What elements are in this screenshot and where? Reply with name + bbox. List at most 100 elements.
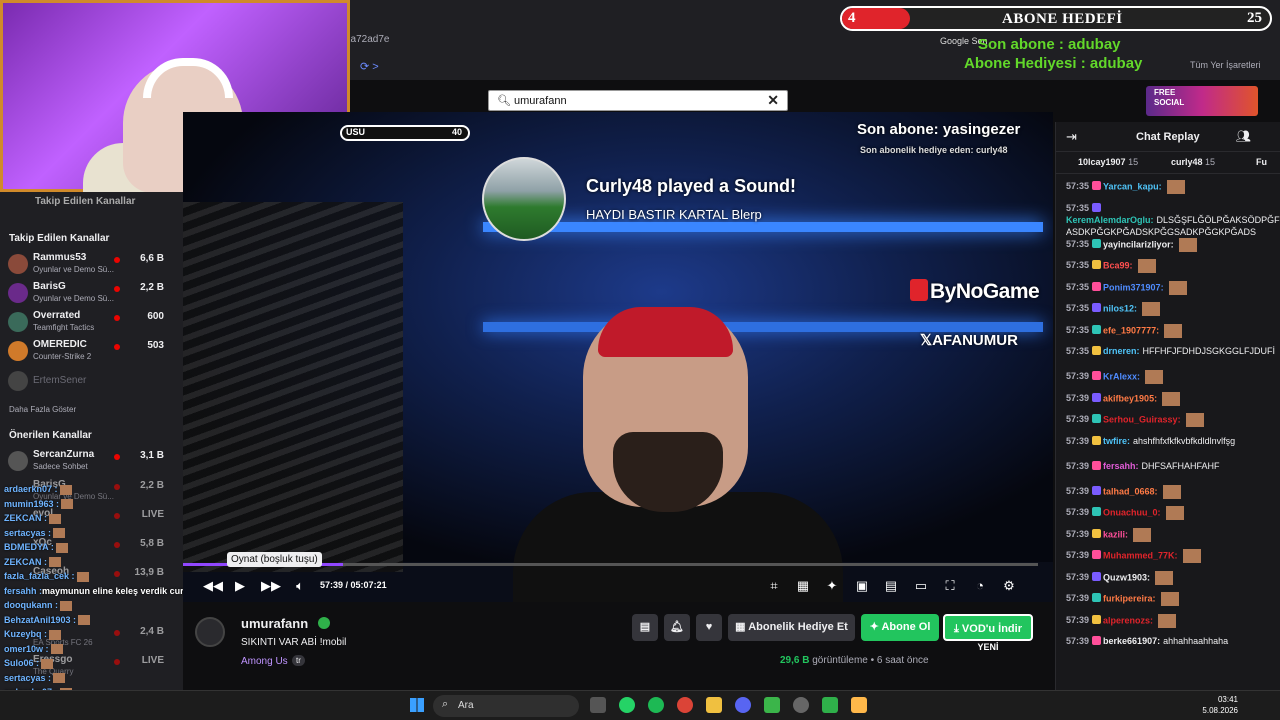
chat-timestamp: 57:39: [1066, 571, 1090, 582]
chat-username[interactable]: twfire:: [1103, 436, 1130, 446]
heart-icon: ♥: [705, 621, 713, 633]
play-icon[interactable]: ▶: [231, 578, 249, 594]
chat-username[interactable]: akifbey1905:: [1103, 393, 1157, 403]
system-clock[interactable]: 03:41 5.08.2026: [1202, 694, 1238, 716]
chat-username[interactable]: yayincilarizliyor:: [1103, 239, 1174, 249]
followed-channel-ertemsener[interactable]: ErtemSener: [8, 367, 178, 395]
volume-icon[interactable]: 🔈︎: [291, 578, 309, 594]
gift-sub-button[interactable]: ▦ Abonelik Hediye Et: [728, 614, 855, 641]
search-input[interactable]: umurafann: [514, 95, 567, 107]
windows-start-icon[interactable]: [410, 698, 424, 712]
chat-username[interactable]: KrAlexx:: [1103, 371, 1140, 381]
spotify-icon[interactable]: [648, 697, 664, 713]
speed-icon[interactable]: ◔: [971, 578, 989, 593]
chat-username[interactable]: drneren:: [1103, 346, 1140, 356]
discord-icon[interactable]: [735, 697, 751, 713]
chat-username[interactable]: Serhou_Guirassy:: [1103, 414, 1181, 424]
overlay-chat-line: BDMEDYA :: [4, 542, 68, 553]
chat-timestamp: 57:35: [1066, 260, 1090, 271]
chat-username[interactable]: alperenozs:: [1103, 615, 1153, 625]
chat-timestamp: 57:39: [1066, 371, 1090, 382]
clip-button[interactable]: ▤: [632, 614, 658, 641]
followed-channel-omeredic[interactable]: OMEREDIC Counter-Strike 2 503: [8, 337, 178, 365]
task-view-icon[interactable]: [590, 697, 606, 713]
rewind-icon[interactable]: ◀◀: [203, 578, 223, 594]
streamer-avatar[interactable]: [195, 617, 225, 647]
chat-username[interactable]: KeremAlemdarOglu:: [1066, 215, 1154, 225]
stream-category[interactable]: Among Us: [241, 656, 288, 667]
gifter-2[interactable]: curly48 15: [1171, 157, 1215, 167]
chat-username[interactable]: Yarcan_kapu:: [1103, 181, 1162, 191]
whatsapp-icon[interactable]: [619, 697, 635, 713]
chat-badge-icon: [1092, 550, 1102, 560]
chat-badge-icon: [1092, 303, 1102, 313]
chat-username[interactable]: efe_1907777:: [1103, 325, 1159, 335]
theater-icon[interactable]: ▤: [882, 578, 900, 594]
last-gift-subscriber: Son abonelik hediye eden: curly48: [860, 145, 1008, 155]
taskbar-search[interactable]: ⌕ Ara: [433, 695, 579, 717]
layers-app-icon[interactable]: [851, 697, 867, 713]
sparkle-icon[interactable]: ✦: [823, 578, 841, 594]
chat-message: 57:39 Onuachuu_0:: [1066, 506, 1278, 520]
social-handle: 𝕏AFANUMUR: [920, 332, 1018, 349]
collapse-icon[interactable]: ⇥: [1066, 129, 1077, 145]
chat-timestamp: 57:39: [1066, 507, 1090, 518]
recommended-channel-sercanzurna[interactable]: SercanZurna Sadece Sohbet 3,1 B: [8, 447, 178, 475]
chat-message: 57:35 nilos12:: [1066, 302, 1278, 316]
followed-channel-barisg[interactable]: BarisG Oyunlar ve Demo Sü... 2,2 B: [8, 279, 178, 307]
emote-icon: [1133, 527, 1152, 542]
notification-button[interactable]: 🔔︎: [664, 614, 690, 641]
overlay-chat-user: BehzatAnil1903 :: [4, 614, 77, 625]
chat-username[interactable]: Bca99:: [1103, 260, 1133, 270]
chapters-icon[interactable]: ▦: [794, 578, 812, 594]
chat-username[interactable]: Onuachuu_0:: [1103, 507, 1161, 517]
forward-icon[interactable]: ▶▶: [261, 578, 281, 594]
chat-username[interactable]: talhad_0668:: [1103, 486, 1158, 496]
chat-username[interactable]: berke661907:: [1103, 636, 1160, 646]
miniplayer-icon[interactable]: ▣: [853, 578, 871, 594]
pip-icon[interactable]: ▭: [912, 578, 930, 594]
search-bar[interactable]: 🔍︎ umurafann ✕: [488, 90, 788, 111]
file-explorer-icon[interactable]: [706, 697, 722, 713]
overlay-chat-user: Sulo06 :: [4, 658, 40, 668]
chat-message: 57:39 fersahh: DHFSAFHAHFAHF: [1066, 460, 1278, 472]
chat-message: 57:35KeremAlemdarOglu: DLSĞŞFLĞÖLPĞAKSÖDP…: [1066, 202, 1280, 238]
url-fragment[interactable]: 1a72ad7e: [345, 34, 390, 45]
chat-username[interactable]: furkipereira:: [1103, 593, 1156, 603]
sync-icon[interactable]: ⟳ >: [360, 60, 379, 73]
download-vod-button[interactable]: ⤓ VOD'u İndir: [943, 614, 1033, 641]
followed-channel-overrated[interactable]: Overrated Teamfight Tactics 600: [8, 308, 178, 336]
chat-username[interactable]: nilos12:: [1103, 303, 1137, 313]
settings-gear-icon[interactable]: ⚙: [1000, 578, 1018, 594]
chat-username[interactable]: Ponim371907:: [1103, 282, 1164, 292]
chat-username[interactable]: Quzw1903:: [1103, 572, 1150, 582]
all-bookmarks-link[interactable]: Tüm Yer İşaretleri: [1190, 60, 1261, 70]
app-icon[interactable]: [764, 697, 780, 713]
alert-subtitle: HAYDI BASTIR KARTAL Blerp: [586, 207, 762, 222]
chat-username[interactable]: fersahh:: [1103, 461, 1139, 471]
followed-channel-rammus53[interactable]: Rammus53 Oyunlar ve Demo Sü... 6,6 B: [8, 250, 178, 278]
clip-icon[interactable]: ⌗: [765, 578, 783, 594]
close-icon[interactable]: ✕: [767, 92, 779, 109]
gifter-1[interactable]: 10lcay1907 15: [1078, 157, 1138, 167]
overlay-chat-line: mumin1963 :: [4, 499, 74, 510]
chat-username[interactable]: Muhammed_77K:: [1103, 550, 1178, 560]
verified-badge-icon: [318, 617, 330, 629]
gifter-3[interactable]: Fu: [1256, 157, 1267, 167]
streamer-name[interactable]: umurafann: [241, 616, 308, 631]
emote-icon: [41, 658, 54, 669]
steam-icon[interactable]: [793, 697, 809, 713]
chrome-icon[interactable]: [677, 697, 693, 713]
chat-username[interactable]: kazili:: [1103, 529, 1128, 539]
show-more-link[interactable]: Daha Fazla Göster: [9, 405, 76, 414]
chat-message: 57:35 Yarcan_kapu:: [1066, 180, 1278, 194]
alert-image: [482, 157, 566, 241]
chat-replay-panel: ⇥ Chat Replay 👥︎ 10lcay1907 15 curly48 1…: [1055, 122, 1280, 690]
subscribe-button[interactable]: ✦ Abone Ol: [861, 614, 939, 641]
media-player-icon[interactable]: [822, 697, 838, 713]
follow-button[interactable]: ♥: [696, 614, 722, 641]
users-icon[interactable]: 👥︎: [1236, 129, 1251, 143]
stream-tag[interactable]: tr: [292, 655, 305, 666]
chat-timestamp: 57:39: [1066, 636, 1090, 646]
fullscreen-icon[interactable]: ⛶: [941, 578, 959, 594]
